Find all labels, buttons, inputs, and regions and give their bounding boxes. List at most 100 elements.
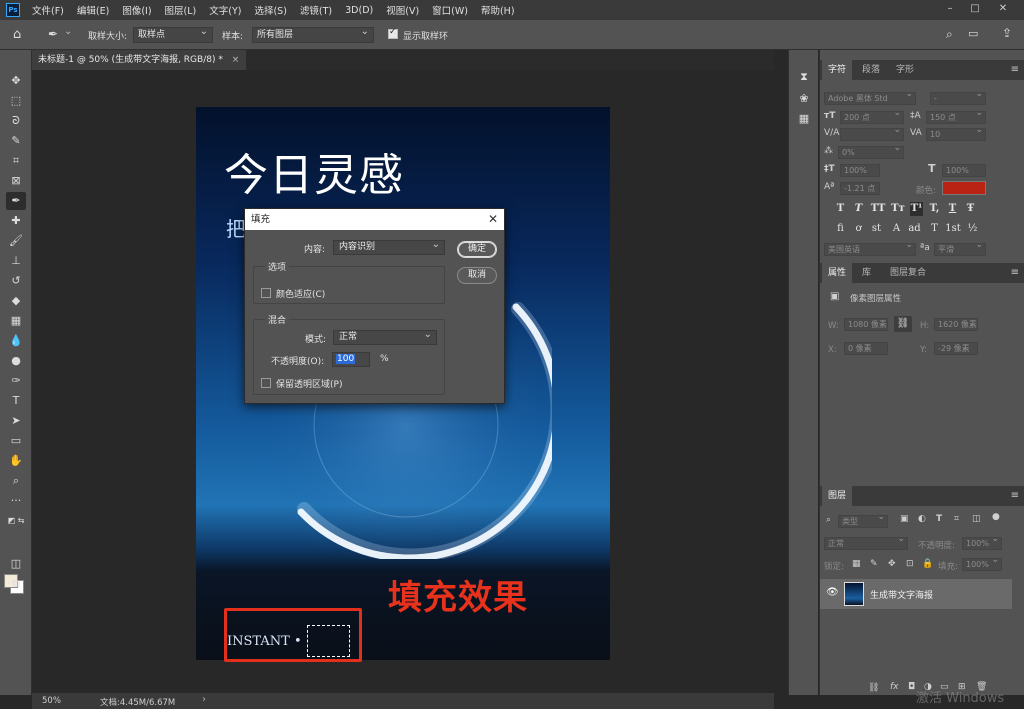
swash-button[interactable]: A [890,222,903,236]
menu-select[interactable]: 选择(S) [254,3,286,17]
share-icon[interactable]: ⇪ [1002,26,1012,40]
titling-button[interactable]: T [928,222,941,236]
move-tool-icon[interactable]: ✥ [6,72,26,90]
filter-smart-object-icon[interactable]: ◫ [972,514,981,524]
swatches-panel-icon[interactable]: ▦ [796,111,812,127]
all-caps-button[interactable]: TT [870,202,886,216]
font-family-select[interactable]: Adobe 黑体 Std [824,89,916,105]
menu-filter[interactable]: 滤镜(T) [300,3,332,17]
faux-bold-button[interactable]: T [834,202,847,216]
menu-window[interactable]: 窗口(W) [432,3,468,17]
tool-preset-chevron-icon[interactable]: ⌄ [64,26,72,37]
tsume-field[interactable]: 0% [838,143,904,159]
default-colors-icon[interactable]: ◩ ⇆ [6,512,26,530]
pen-tool-icon[interactable]: ✑ [6,372,26,390]
ligatures-button[interactable]: fi [834,222,847,236]
brush-tool-icon[interactable]: 🖌 [6,232,26,250]
layer-row[interactable]: 👁 生成带文字海报 [820,579,1012,609]
menu-help[interactable]: 帮助(H) [481,3,515,17]
underline-button[interactable]: T [946,202,959,216]
dialog-close-icon[interactable]: ✕ [488,209,498,230]
fx-icon[interactable]: fx [890,682,899,692]
dodge-tool-icon[interactable]: ● [6,352,26,370]
x-field[interactable]: 0 像素 [844,342,888,355]
shape-tool-icon[interactable]: ▭ [6,432,26,450]
tab-layers[interactable]: 图层 [822,486,853,506]
tab-character[interactable]: 字符 [822,60,853,80]
menu-file[interactable]: 文件(F) [32,3,64,17]
search-icon[interactable]: ⌕ [946,27,953,42]
document-tab[interactable]: 未标题-1 @ 50% (生成带文字海报, RGB/8) * × [32,50,246,70]
tab-paragraph[interactable]: 段落 [856,60,886,80]
vertical-scale-field[interactable]: 100% [840,164,880,177]
filter-adjustment-icon[interactable]: ◐ [918,514,926,524]
strikethrough-button[interactable]: Ŧ [964,202,977,216]
quick-select-tool-icon[interactable]: ✎ [6,132,26,150]
tab-libraries[interactable]: 库 [856,263,877,283]
faux-italic-button[interactable]: T [852,202,865,216]
discretionary-ligatures-button[interactable]: st [870,222,883,236]
close-window-icon[interactable]: ✕ [995,2,1011,16]
show-ring-checkbox[interactable] [388,27,398,40]
workspace-icon[interactable]: ▭ [968,27,978,40]
close-tab-icon[interactable]: × [232,55,240,65]
layer-opacity-field[interactable]: 100% [962,534,1002,550]
lock-all-icon[interactable]: 🔒 [922,559,933,569]
menu-3d[interactable]: 3D(D) [345,5,373,16]
lasso-tool-icon[interactable]: ᘐ [6,112,26,130]
ok-button[interactable]: 确定 [457,241,497,258]
lock-artboard-icon[interactable]: ⊡ [906,559,914,569]
screen-mode-icon[interactable]: ⧉ [6,575,26,593]
lock-transparent-icon[interactable]: ▦ [852,559,861,569]
height-field[interactable]: 1620 像素 [934,318,978,331]
menu-image[interactable]: 图像(I) [122,3,151,17]
fractions-button[interactable]: ½ [966,222,979,236]
status-menu-arrow[interactable]: › [202,694,206,705]
link-layers-icon[interactable]: ⛓ [868,683,879,693]
font-style-select[interactable]: - [930,89,986,105]
opacity-input[interactable]: 100 [332,352,370,367]
filter-type-icon[interactable]: T [936,514,942,524]
blur-tool-icon[interactable]: 💧 [6,332,26,350]
menu-type[interactable]: 文字(Y) [209,3,241,17]
quick-mask-icon[interactable]: ◫ [6,555,26,573]
link-dimensions-icon[interactable]: ⛓ [894,316,912,332]
path-select-icon[interactable]: ➤ [6,412,26,430]
text-color-swatch[interactable] [942,181,986,195]
color-adapt-checkbox[interactable] [261,288,271,299]
sample-size-select[interactable]: 取样点 [133,25,213,43]
layer-filter-select[interactable]: 类型 [838,512,888,528]
filter-shape-icon[interactable]: ⌗ [954,514,959,524]
zoom-level[interactable]: 50% [42,696,61,706]
sample-layers-select[interactable]: 所有图层 [252,25,374,43]
preserve-transparency-checkbox[interactable] [261,378,271,389]
menu-edit[interactable]: 编辑(E) [77,3,109,17]
superscript-button[interactable]: T¹ [910,202,923,216]
old-style-button[interactable]: ơ [852,222,865,236]
type-tool-icon[interactable]: T [6,392,26,410]
layer-fill-field[interactable]: 100% [962,555,1002,571]
tab-properties[interactable]: 属性 [822,263,853,283]
history-panel-icon[interactable]: ⧗ [796,69,812,85]
eraser-tool-icon[interactable]: ◆ [6,292,26,310]
tracking-field[interactable]: 10 [926,125,986,141]
y-field[interactable]: -29 像素 [934,342,978,355]
baseline-shift-field[interactable]: -1.21 点 [840,182,880,195]
layers-menu-icon[interactable]: ≡ [1011,490,1019,501]
filter-toggle-icon[interactable]: ● [992,512,1000,522]
filter-pixel-icon[interactable]: ▣ [900,514,909,524]
clone-stamp-icon[interactable]: ⊥ [6,252,26,270]
lock-pixels-icon[interactable]: ✎ [870,559,878,569]
panel-menu-icon[interactable]: ≡ [1011,64,1019,75]
minimize-icon[interactable]: – [942,2,958,16]
leading-field[interactable]: 150 点 [926,108,986,124]
maximize-icon[interactable]: □ [967,2,983,16]
small-caps-button[interactable]: Tт [890,202,906,216]
ordinals-button[interactable]: 1st [944,222,962,236]
tab-glyphs[interactable]: 字形 [890,60,920,80]
add-mask-icon[interactable]: ◘ [908,682,915,692]
horizontal-scale-field[interactable]: 100% [942,164,986,177]
color-panel-icon[interactable]: ❀ [796,91,812,107]
menu-layer[interactable]: 图层(L) [165,3,197,17]
zoom-tool-icon[interactable]: ⌕ [6,472,26,490]
